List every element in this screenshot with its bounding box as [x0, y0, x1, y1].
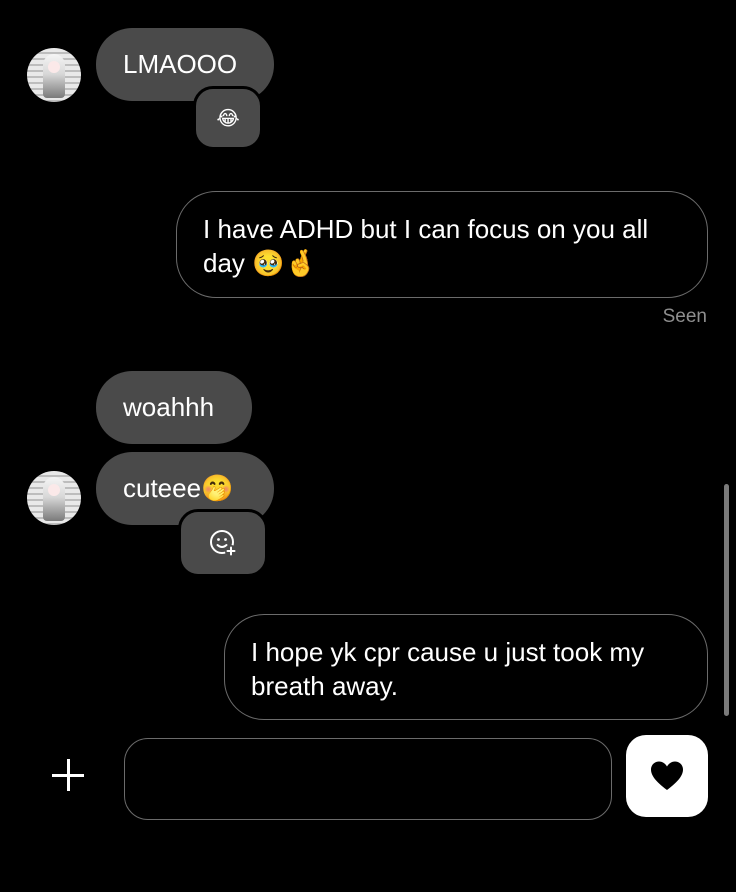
outgoing-message-bubble[interactable]: I hope yk cpr cause u just took my breat… [224, 614, 708, 720]
send-heart-button[interactable] [626, 735, 708, 817]
plus-icon[interactable] [50, 757, 86, 793]
contact-avatar[interactable] [27, 48, 81, 102]
add-reaction-button[interactable] [178, 509, 268, 577]
message-text: woahhh [123, 392, 215, 422]
avatar-face [48, 61, 60, 73]
message-text-line: day 🥹🤞 [203, 248, 317, 278]
seen-status: Seen [662, 306, 707, 327]
message-text-line: breath away. [251, 671, 398, 701]
add-reaction-icon [210, 530, 237, 557]
outgoing-message-bubble[interactable]: I have ADHD but I can focus on you all d… [176, 191, 708, 298]
heart-icon [651, 761, 683, 790]
message-text-line: I have ADHD but I can focus on you all [203, 214, 649, 244]
contact-avatar[interactable] [27, 471, 81, 525]
message-input[interactable] [124, 738, 612, 820]
laughing-emoji-icon: 😂 [216, 107, 240, 130]
message-text-line: I hope yk cpr cause u just took my [251, 637, 645, 667]
avatar-face [48, 484, 60, 496]
incoming-message-bubble[interactable]: woahhh [96, 371, 252, 444]
message-text: LMAOOO [123, 49, 238, 79]
message-text: cuteee🤭 [123, 473, 234, 503]
message-reaction[interactable]: 😂 [193, 86, 263, 150]
scrollbar[interactable] [724, 484, 729, 716]
